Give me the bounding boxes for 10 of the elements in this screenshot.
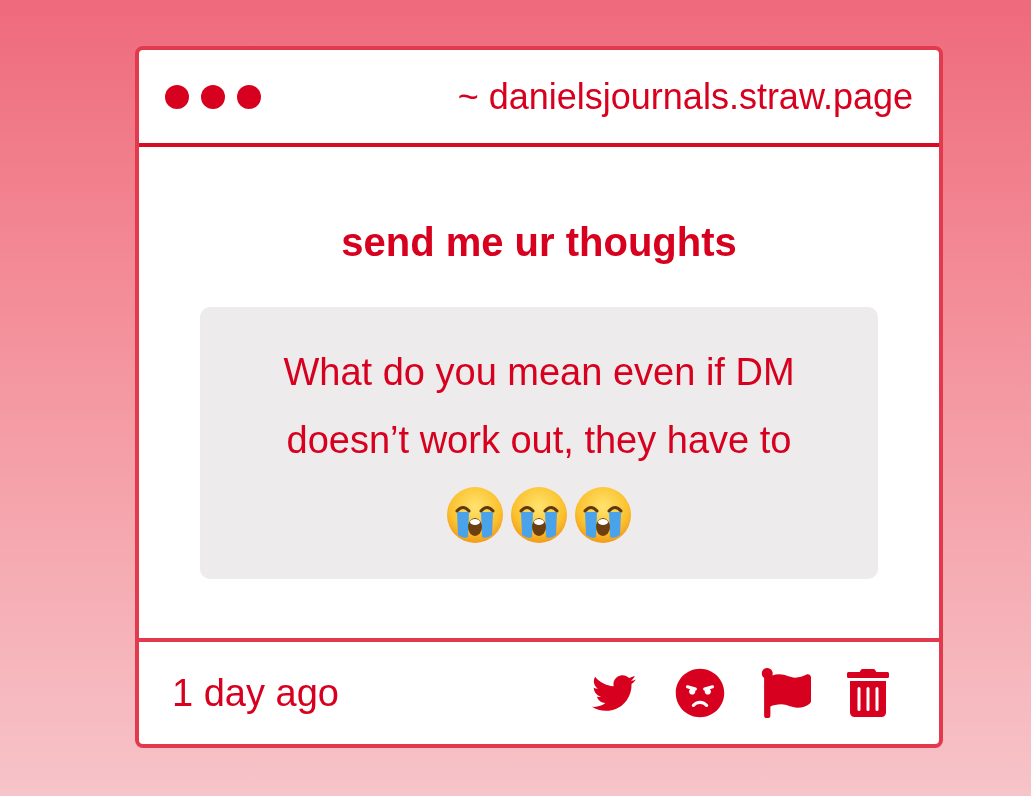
crying-face-icon — [575, 487, 631, 543]
page-url: ~ danielsjournals.straw.page — [457, 74, 913, 119]
crying-face-icon — [511, 487, 567, 543]
prompt-title: send me ur thoughts — [341, 219, 737, 266]
flag-icon[interactable] — [761, 668, 811, 718]
timestamp: 1 day ago — [172, 671, 339, 716]
crying-face-icon — [447, 487, 503, 543]
angry-face-icon[interactable] — [675, 668, 725, 718]
message-text: What do you mean even if DM doesn’t work out, they have to — [282, 350, 796, 463]
trash-icon[interactable] — [847, 669, 889, 717]
